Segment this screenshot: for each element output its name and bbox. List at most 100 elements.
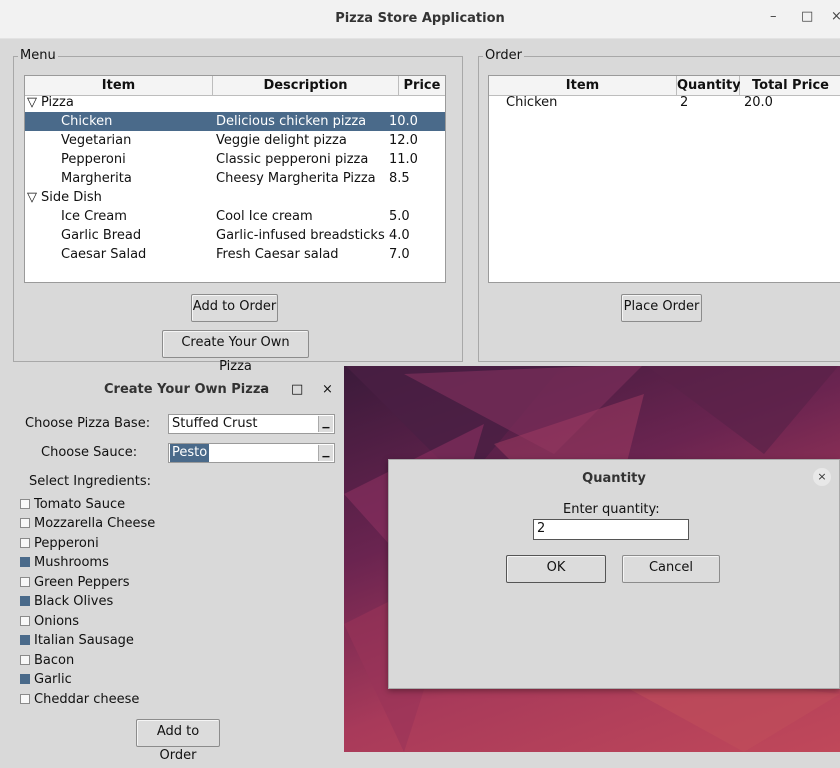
cell-item: Ice Cream	[61, 209, 127, 224]
checkbox-icon[interactable]	[20, 693, 30, 704]
ingredient-checkbox-pepperoni[interactable]: Pepperoni	[20, 534, 99, 553]
ingredient-checkbox-black-olives[interactable]: Black Olives	[20, 592, 113, 611]
ingredient-label: Tomato Sauce	[34, 497, 126, 512]
minimize-icon[interactable]: –	[770, 9, 777, 24]
custom-add-to-order-button[interactable]: Add to Order	[136, 719, 220, 763]
cancel-button[interactable]: Cancel	[622, 555, 720, 583]
cell-description: Garlic-infused breadsticks	[216, 228, 385, 243]
ingredient-checkbox-mushrooms[interactable]: Mushrooms	[20, 553, 109, 572]
table-row[interactable]: Garlic Bread Garlic-infused breadsticks …	[25, 226, 445, 245]
checkbox-icon[interactable]	[20, 654, 30, 665]
create-pizza-title: Create Your Own Pizza	[104, 382, 270, 397]
pizza-base-select[interactable]: Stuffed Crust ▁	[168, 414, 335, 434]
cell-price: 4.0	[389, 228, 410, 243]
add-to-order-button[interactable]: Add to Order	[191, 294, 278, 322]
ingredient-label: Mushrooms	[34, 555, 109, 570]
checkbox-icon[interactable]	[20, 615, 30, 626]
table-row[interactable]: Chicken Delicious chicken pizza 10.0	[25, 112, 445, 131]
close-icon[interactable]: ×	[322, 382, 333, 397]
cell-description: Cool Ice cream	[216, 209, 313, 224]
sauce-label: Choose Sauce:	[41, 445, 138, 460]
cell-description: Veggie delight pizza	[216, 133, 347, 148]
main-titlebar[interactable]: Pizza Store Application – □ ×	[0, 0, 840, 39]
cell-item: Margherita	[61, 171, 132, 186]
quantity-input-value: 2	[537, 521, 546, 536]
cell-price: 5.0	[389, 209, 410, 224]
ingredients-label: Select Ingredients:	[29, 474, 151, 489]
maximize-icon[interactable]: □	[291, 382, 303, 397]
sauce-value: Pesto	[170, 444, 210, 462]
table-row[interactable]: Caesar Salad Fresh Caesar salad 7.0	[25, 245, 445, 264]
cell-description: Cheesy Margherita Pizza	[216, 171, 376, 186]
main-window: Pizza Store Application – □ × Menu Item …	[0, 0, 840, 374]
window-title: Pizza Store Application	[335, 11, 505, 26]
minimize-icon[interactable]: –	[260, 382, 267, 397]
cell-description: Classic pepperoni pizza	[216, 152, 369, 167]
create-your-own-pizza-button[interactable]: Create Your Own Pizza	[162, 330, 309, 374]
ingredient-checkbox-onions[interactable]: Onions	[20, 612, 79, 631]
checkbox-icon[interactable]	[20, 517, 30, 528]
cell-item: Caesar Salad	[61, 247, 147, 262]
ingredient-checkbox-green-peppers[interactable]: Green Peppers	[20, 573, 130, 592]
cell-quantity: 2	[680, 95, 689, 110]
table-row[interactable]: Ice Cream Cool Ice cream 5.0	[25, 207, 445, 226]
ingredient-checkbox-bacon[interactable]: Bacon	[20, 651, 74, 670]
cell-description: Delicious chicken pizza	[216, 114, 367, 129]
pizza-base-value: Stuffed Crust	[172, 416, 258, 431]
checkbox-icon[interactable]	[20, 537, 30, 548]
chevron-down-icon[interactable]: ▁	[318, 416, 333, 432]
menu-frame-label: Menu	[18, 48, 58, 63]
tree-category-side-dish[interactable]: ▽ Side Dish	[25, 188, 445, 207]
cell-total: 20.0	[744, 95, 773, 110]
maximize-icon[interactable]: □	[801, 9, 813, 24]
order-tree[interactable]: Item Quantity Total Price Chicken 2 20.0	[488, 75, 840, 283]
ingredient-label: Garlic	[34, 672, 72, 687]
category-label: Pizza	[41, 95, 74, 110]
ok-button[interactable]: OK	[506, 555, 606, 583]
pizza-base-label: Choose Pizza Base:	[25, 416, 151, 431]
chevron-down-icon[interactable]: ▁	[318, 445, 333, 461]
cell-item: Pepperoni	[61, 152, 126, 167]
cell-item: Chicken	[61, 114, 113, 129]
ingredient-label: Mozzarella Cheese	[34, 516, 156, 531]
expand-icon[interactable]: ▽	[27, 93, 37, 112]
ingredient-checkbox-garlic[interactable]: Garlic	[20, 670, 72, 689]
table-row[interactable]: Chicken 2 20.0	[489, 93, 840, 112]
create-pizza-titlebar[interactable]: Create Your Own Pizza – □ ×	[0, 370, 344, 408]
tree-category-pizza[interactable]: ▽ Pizza	[25, 93, 445, 112]
quantity-dialog-title: Quantity	[582, 471, 646, 486]
table-row[interactable]: Pepperoni Classic pepperoni pizza 11.0	[25, 150, 445, 169]
checkbox-checked-icon[interactable]	[20, 556, 30, 567]
cell-item: Garlic Bread	[61, 228, 142, 243]
ingredient-label: Green Peppers	[34, 575, 130, 590]
ingredient-label: Italian Sausage	[34, 633, 134, 648]
close-icon[interactable]: ×	[813, 468, 831, 486]
expand-icon[interactable]: ▽	[27, 188, 37, 207]
table-row[interactable]: Margherita Cheesy Margherita Pizza 8.5	[25, 169, 445, 188]
ingredient-label: Cheddar cheese	[34, 692, 140, 707]
close-icon[interactable]: ×	[831, 9, 840, 24]
cell-item: Vegetarian	[61, 133, 132, 148]
checkbox-checked-icon[interactable]	[20, 595, 30, 606]
menu-tree[interactable]: Item Description Price ▽ Pizza Chicken D…	[24, 75, 446, 283]
checkbox-icon[interactable]	[20, 576, 30, 587]
cell-price: 8.5	[389, 171, 410, 186]
checkbox-checked-icon[interactable]	[20, 634, 30, 645]
cell-price: 10.0	[389, 114, 418, 129]
quantity-input[interactable]: 2	[533, 519, 689, 540]
checkbox-checked-icon[interactable]	[20, 673, 30, 684]
quantity-dialog: Quantity × Enter quantity: 2 OK Cancel	[388, 459, 840, 689]
place-order-button[interactable]: Place Order	[621, 294, 702, 322]
ingredient-checkbox-italian-sausage[interactable]: Italian Sausage	[20, 631, 134, 650]
table-row[interactable]: Vegetarian Veggie delight pizza 12.0	[25, 131, 445, 150]
create-pizza-window: Create Your Own Pizza – □ × Choose Pizza…	[0, 370, 344, 763]
cell-description: Fresh Caesar salad	[216, 247, 339, 262]
ingredient-label: Pepperoni	[34, 536, 99, 551]
ingredient-checkbox-mozzarella[interactable]: Mozzarella Cheese	[20, 514, 155, 533]
cell-price: 12.0	[389, 133, 418, 148]
order-frame-label: Order	[483, 48, 524, 63]
ingredient-checkbox-cheddar[interactable]: Cheddar cheese	[20, 690, 139, 709]
ingredient-checkbox-tomato-sauce[interactable]: Tomato Sauce	[20, 495, 125, 514]
sauce-select[interactable]: Pesto ▁	[168, 443, 335, 463]
checkbox-icon[interactable]	[20, 498, 30, 509]
